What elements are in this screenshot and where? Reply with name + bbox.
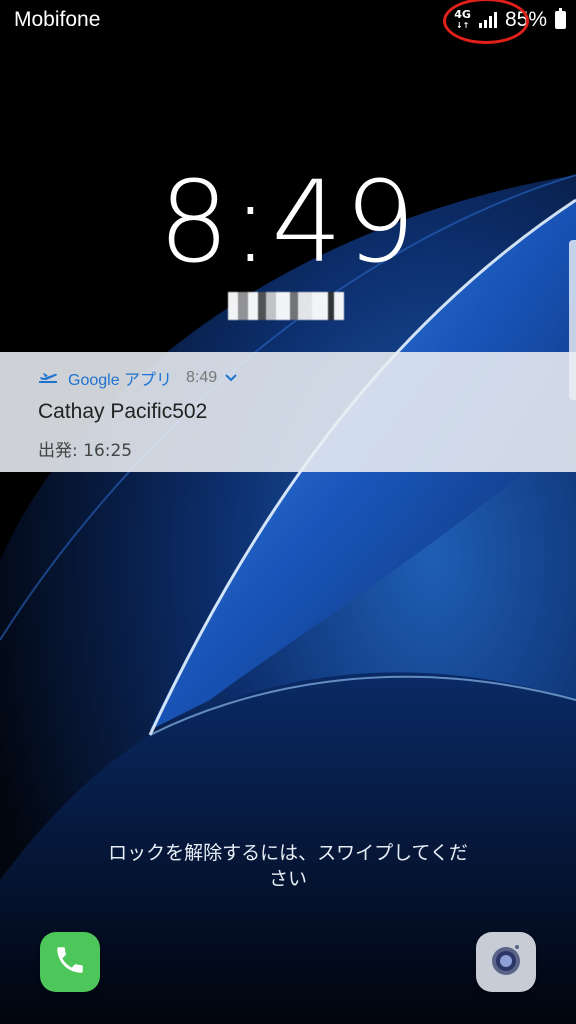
highlight-circle — [443, 0, 530, 44]
status-icons: 4G ↓↑ 85% — [443, 0, 566, 44]
phone-icon — [53, 943, 87, 981]
chevron-down-icon[interactable] — [225, 371, 237, 386]
date-redacted — [228, 292, 356, 320]
notification-text: 出発: 16:25 — [38, 441, 133, 461]
phone-shortcut-button[interactable] — [40, 932, 100, 992]
battery-icon — [555, 8, 566, 29]
notification-card[interactable]: Google アプリ 8:49 Cathay Pacific502 出発: 16… — [0, 352, 576, 472]
notification-header: Google アプリ 8:49 — [38, 366, 237, 390]
airplane-icon — [38, 368, 60, 389]
camera-shortcut-button[interactable] — [476, 932, 536, 992]
notification-title: Cathay Pacific502 — [38, 400, 208, 423]
unlock-hint: ロックを解除するには、スワイプしてください — [108, 842, 468, 890]
notification-time: 8:49 — [186, 369, 218, 386]
carrier-name: Mobifone — [14, 8, 101, 31]
notification-app-name: Google アプリ — [68, 372, 173, 389]
status-bar: Mobifone 4G ↓↑ 85% — [0, 0, 576, 44]
camera-icon — [486, 940, 526, 984]
lockscreen-clock: 8:49 — [158, 158, 418, 288]
